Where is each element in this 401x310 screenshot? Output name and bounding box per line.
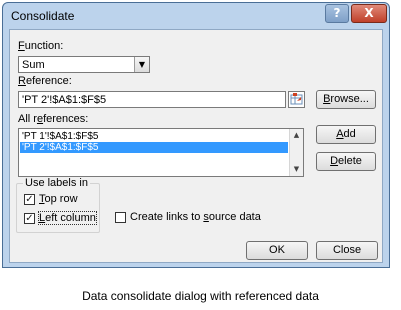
range-select-icon <box>290 93 303 105</box>
scroll-down-icon[interactable]: ▼ <box>290 163 303 175</box>
title-bar[interactable]: Consolidate ? X <box>3 3 389 29</box>
close-button[interactable]: Close <box>316 241 378 260</box>
add-button[interactable]: Add <box>316 125 376 144</box>
create-links-checkbox[interactable] <box>115 212 126 223</box>
left-column-label[interactable]: Left column <box>38 211 97 225</box>
close-icon: X <box>364 6 374 20</box>
consolidate-dialog: Consolidate ? X Function: Sum ▼ Referenc… <box>2 2 390 268</box>
scroll-up-icon[interactable]: ▲ <box>290 129 303 141</box>
create-links-label[interactable]: Create links to source data <box>130 211 261 223</box>
use-labels-group: Use labels in ✓ Top row ✓ Left column <box>16 177 100 233</box>
function-label: Function: <box>18 40 64 52</box>
left-column-checkbox[interactable]: ✓ <box>24 213 35 224</box>
delete-button[interactable]: Delete <box>316 152 376 171</box>
checkmark-icon: ✓ <box>25 213 34 224</box>
browse-button[interactable]: Browse... <box>316 90 376 109</box>
dialog-title: Consolidate <box>11 9 75 23</box>
use-labels-title: Use labels in <box>23 177 90 189</box>
collapse-dialog-button[interactable] <box>288 91 305 108</box>
chevron-down-icon[interactable]: ▼ <box>134 57 149 72</box>
all-references-list[interactable]: 'PT 1'!$A$1:$F$5 'PT 2'!$A$1:$F$5 ▲ ▼ <box>18 128 304 177</box>
close-window-button[interactable]: X <box>351 4 387 23</box>
help-button[interactable]: ? <box>325 4 349 23</box>
reference-label: Reference: <box>18 75 72 87</box>
list-item[interactable]: 'PT 1'!$A$1:$F$5 <box>20 131 288 142</box>
top-row-label[interactable]: Top row <box>39 193 78 205</box>
function-select[interactable]: Sum ▼ <box>18 56 150 73</box>
checkmark-icon: ✓ <box>25 194 34 205</box>
list-item-selected[interactable]: 'PT 2'!$A$1:$F$5 <box>20 142 288 153</box>
reference-input[interactable]: 'PT 2'!$A$1:$F$5 <box>18 91 286 108</box>
reference-value: 'PT 2'!$A$1:$F$5 <box>22 94 107 106</box>
top-row-checkbox[interactable]: ✓ <box>24 194 35 205</box>
list-scrollbar[interactable]: ▲ ▼ <box>289 129 303 176</box>
function-value: Sum <box>22 59 45 71</box>
all-references-label: All references: <box>18 113 89 125</box>
dialog-body: Function: Sum ▼ Reference: 'PT 2'!$A$1:$… <box>9 29 383 263</box>
figure-caption: Data consolidate dialog with referenced … <box>82 289 319 303</box>
ok-button[interactable]: OK <box>246 241 308 260</box>
help-icon: ? <box>333 6 341 20</box>
